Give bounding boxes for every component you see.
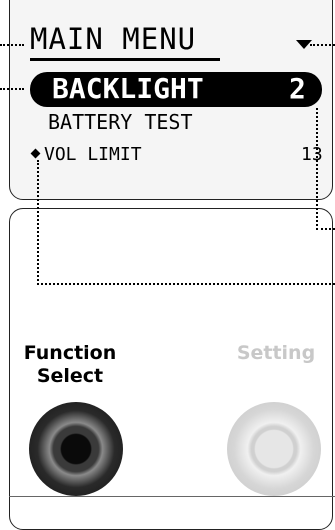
menu-title: MAIN MENU	[30, 22, 197, 56]
callout-line	[0, 44, 24, 46]
menu-item-vol-limit[interactable]: VOL LIMIT	[44, 144, 142, 165]
callout-line	[0, 88, 24, 90]
callout-line	[310, 44, 335, 46]
callout-line	[37, 160, 39, 285]
callout-line	[316, 228, 335, 230]
menu-title-underline	[30, 58, 220, 61]
menu-item-battery-test[interactable]: BATTERY TEST	[48, 110, 193, 134]
menu-item-value: 2	[289, 72, 306, 105]
callout-line	[37, 283, 335, 285]
callout-line	[316, 108, 318, 230]
menu-item-value: 13	[301, 144, 323, 165]
function-select-label: Function Select	[23, 342, 117, 387]
function-select-knob[interactable]	[29, 402, 123, 496]
divider	[9, 496, 335, 497]
setting-label: Setting	[236, 342, 316, 364]
menu-item-label: BACKLIGHT	[52, 72, 204, 105]
setting-knob[interactable]	[227, 402, 321, 496]
